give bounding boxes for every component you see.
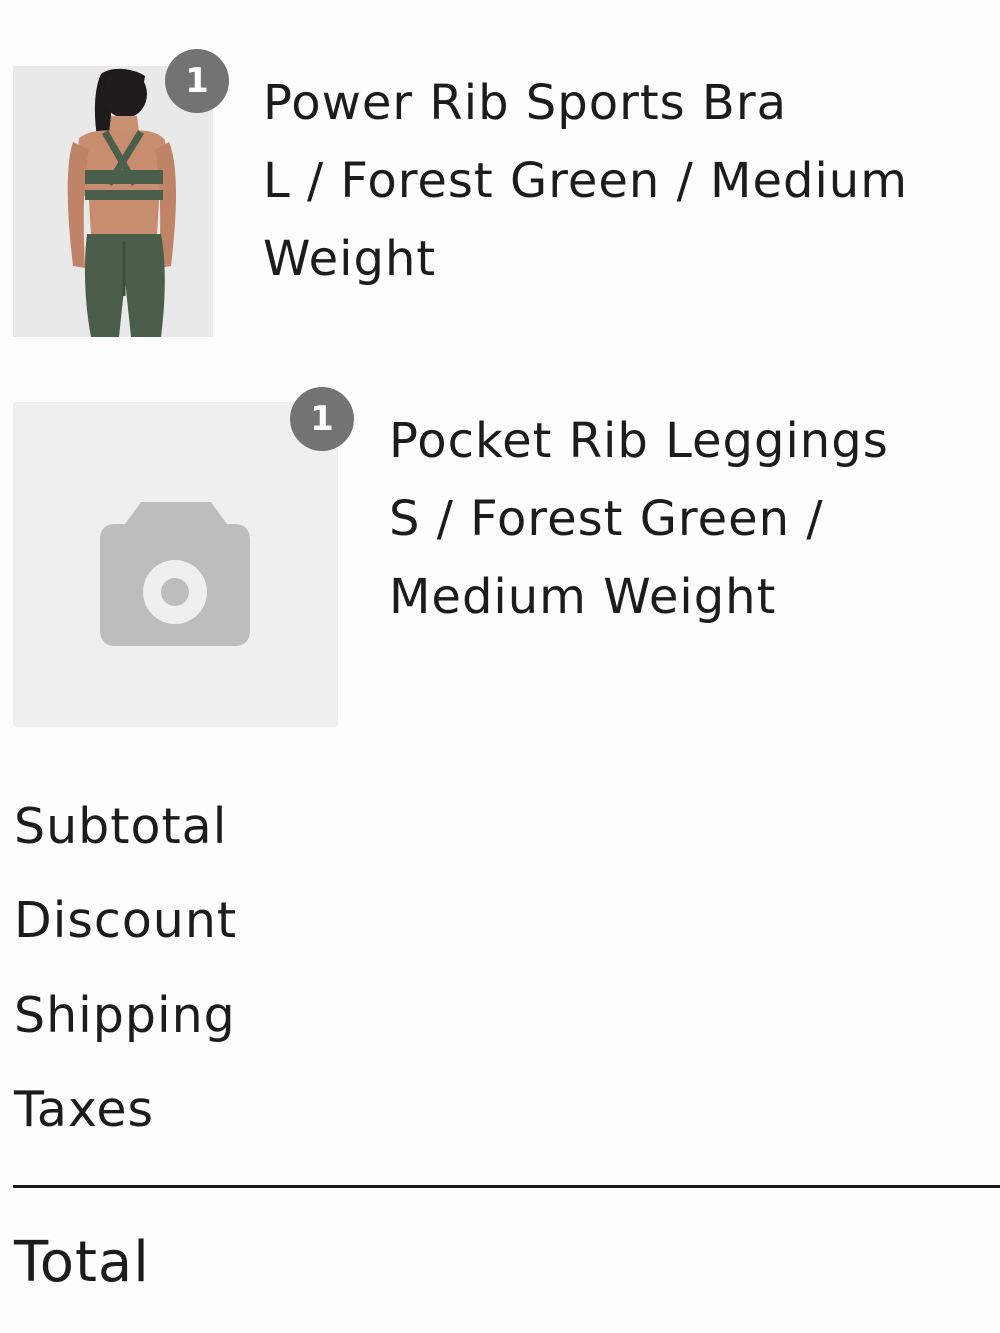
item-details: Power Rib Sports Bra L / Forest Green / …: [263, 64, 908, 298]
item-variant: L / Forest Green / Medium: [263, 153, 908, 209]
summary-divider: [13, 1185, 1000, 1188]
product-image-placeholder: [13, 402, 338, 727]
item-title: Pocket Rib Leggings: [389, 413, 889, 469]
item-variant-continued: Weight: [263, 231, 437, 287]
discount-label: Discount: [14, 892, 238, 949]
item-variant: S / Forest Green /: [389, 491, 824, 547]
item-details: Pocket Rib Leggings S / Forest Green / M…: [389, 402, 889, 636]
line-item: 1 Power Rib Sports Bra L / Forest Green …: [0, 0, 1000, 360]
subtotal-label: Subtotal: [14, 798, 228, 855]
camera-icon: [100, 502, 250, 646]
line-item: 1 Pocket Rib Leggings S / Forest Green /…: [0, 380, 1000, 740]
quantity-badge: 1: [290, 387, 354, 451]
total-label: Total: [14, 1230, 150, 1295]
quantity-badge: 1: [165, 49, 229, 113]
item-title: Power Rib Sports Bra: [263, 75, 787, 131]
item-variant-continued: Medium Weight: [389, 569, 777, 625]
taxes-label: Taxes: [14, 1081, 155, 1138]
shipping-label: Shipping: [14, 987, 236, 1044]
